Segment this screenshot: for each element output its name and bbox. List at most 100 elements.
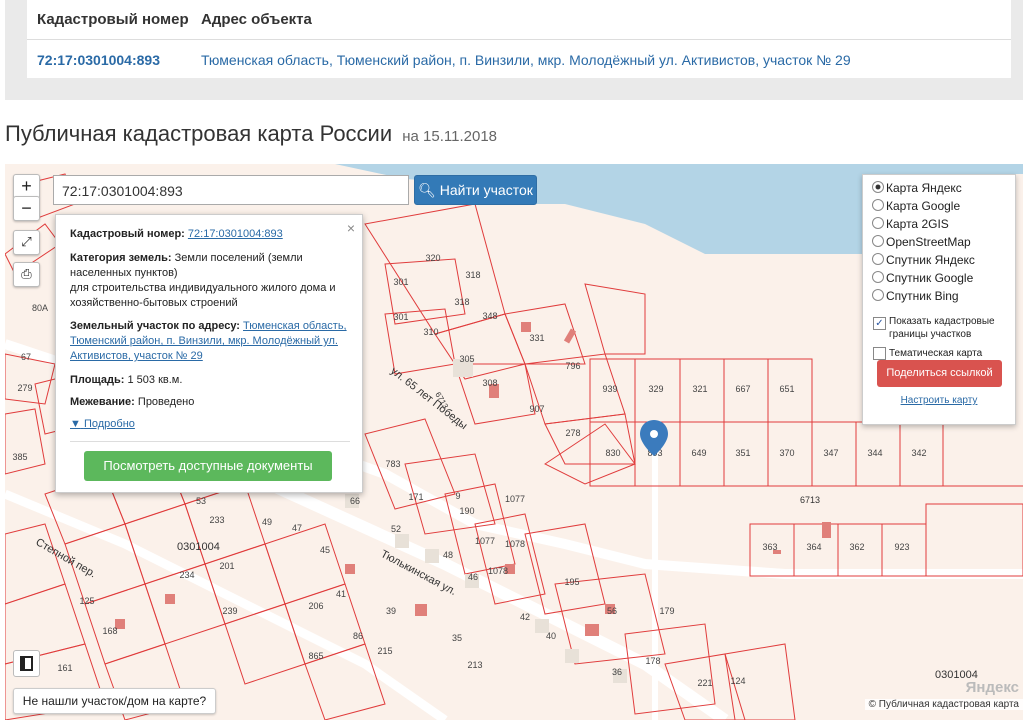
radio-icon[interactable]	[872, 199, 884, 211]
parcel-number: 125	[79, 596, 94, 606]
page-date: на 15.11.2018	[402, 128, 498, 145]
radio-icon[interactable]	[872, 271, 884, 283]
find-parcel-label: Найти участок	[439, 182, 533, 198]
parcel-number: 865	[308, 651, 323, 661]
radio-icon[interactable]	[872, 289, 884, 301]
popup-area-value: 1 503 кв.м.	[127, 374, 183, 386]
page-title-text: Публичная кадастровая карта России	[5, 121, 393, 146]
popup-survey-row: Межевание: Проведено	[70, 395, 350, 410]
parcel-number: 318	[454, 297, 469, 307]
popup-category-row: Категория земель: Земли поселений (земли…	[70, 251, 350, 311]
show-borders-label: Показать кадастровые границы участков	[889, 316, 995, 340]
layer-option[interactable]: Карта 2GIS	[872, 215, 949, 233]
find-parcel-button[interactable]: 🔍︎ Найти участок	[414, 175, 537, 205]
popup-cad-link[interactable]: 72:17:0301004:893	[188, 228, 283, 240]
cadastral-search-input[interactable]: 72:17:0301004:893	[53, 175, 409, 205]
result-address-link[interactable]: Тюменская область, Тюменский район, п. В…	[201, 52, 851, 68]
parcel-number: 310	[423, 327, 438, 337]
share-link-button[interactable]: Поделиться ссылкой	[877, 360, 1002, 387]
radio-icon[interactable]	[872, 235, 884, 247]
table-divider	[27, 39, 1011, 40]
layer-option[interactable]: Карта Google	[872, 197, 960, 215]
column-header-address: Адрес объекта	[201, 11, 312, 28]
radio-icon[interactable]	[872, 217, 884, 229]
parcel-number: 45	[320, 545, 330, 555]
parcel-number: 362	[849, 542, 864, 552]
layer-option[interactable]: Карта Яндекс	[872, 179, 962, 197]
parcel-number: 195	[564, 577, 579, 587]
parcel-number: 370	[779, 448, 794, 458]
parcel-number: 329	[648, 384, 663, 394]
parcel-number: 178	[645, 656, 660, 666]
thematic-label: Тематическая карта	[889, 348, 983, 359]
yandex-logo: Яндекс	[965, 679, 1019, 696]
print-button[interactable]: ⎙	[13, 262, 40, 287]
selected-parcel-marker[interactable]	[640, 420, 668, 456]
parcel-number: 67	[21, 352, 31, 362]
layer-option-label: Карта 2GIS	[886, 217, 949, 231]
fullscreen-button[interactable]: ⤢	[13, 230, 40, 255]
layer-option[interactable]: Спутник Bing	[872, 287, 959, 305]
parcel-number: 86	[353, 631, 363, 641]
parcel-number: 66	[350, 496, 360, 506]
parcel-number: 221	[697, 678, 712, 688]
parcel-number: 36	[612, 667, 622, 677]
search-icon: 🔍︎	[418, 182, 436, 198]
view-documents-button[interactable]: Посмотреть доступные документы	[84, 451, 332, 481]
parcel-number: 923	[894, 542, 909, 552]
parcel-number: 907	[529, 404, 544, 414]
radio-icon[interactable]	[872, 181, 884, 193]
layer-option[interactable]: OpenStreetMap	[872, 233, 971, 251]
result-cadastral-link[interactable]: 72:17:0301004:893	[37, 52, 160, 68]
legend-button[interactable]	[13, 650, 40, 677]
parcel-number: 213	[467, 660, 482, 670]
layer-option-label: Спутник Google	[886, 271, 974, 285]
parcel-number: 80А	[32, 303, 48, 313]
parcel-number: 363	[762, 542, 777, 552]
cadastral-map[interactable]: 320 318 301 318 301 310 348 331 305 308 796 939 329 3…	[5, 164, 1023, 720]
popup-survey-value: Проведено	[137, 396, 195, 408]
parcel-number: 667	[735, 384, 750, 394]
parcel-number: 168	[102, 626, 117, 636]
street-name: Степной пер.	[34, 536, 99, 580]
parcel-number: 201	[219, 561, 234, 571]
parcel-number: 320	[425, 253, 440, 263]
configure-map-link[interactable]: Настроить карту	[863, 395, 1015, 406]
parcel-number: 651	[779, 384, 794, 394]
radio-icon[interactable]	[872, 253, 884, 265]
parcel-number: 783	[385, 459, 400, 469]
show-borders-checkbox[interactable]: ✓	[873, 317, 886, 330]
popup-area-row: Площадь: 1 503 кв.м.	[70, 373, 350, 388]
parcel-number: 278	[565, 428, 580, 438]
parcel-number: 308	[482, 378, 497, 388]
layer-option[interactable]: Спутник Яндекс	[872, 251, 975, 269]
legend-icon	[20, 656, 33, 671]
parcel-number: 318	[465, 270, 480, 280]
page-title: Публичная кадастровая карта России на 15…	[5, 121, 497, 147]
parcel-number: 301	[393, 277, 408, 287]
parcel-number: 47	[292, 523, 302, 533]
results-panel: Кадастровый номер Адрес объекта 72:17:03…	[5, 0, 1023, 100]
not-found-button[interactable]: Не нашли участок/дом на карте?	[13, 688, 216, 714]
thematic-checkbox[interactable]	[873, 347, 886, 360]
parcel-number: 331	[529, 333, 544, 343]
popup-cad-label: Кадастровый номер:	[70, 228, 185, 240]
parcel-number: 179	[659, 606, 674, 616]
popup-use-value: для строительства индивидуального жилого…	[70, 282, 336, 309]
zoom-out-button[interactable]: −	[13, 196, 40, 221]
parcel-number: 830	[605, 448, 620, 458]
parcel-number: 39	[386, 606, 396, 616]
results-table: Кадастровый номер Адрес объекта 72:17:03…	[27, 0, 1011, 78]
parcel-number: 301	[393, 312, 408, 322]
parcel-number: 305	[459, 354, 474, 364]
parcel-number: 35	[452, 633, 462, 643]
details-toggle[interactable]: ▼ Подробно	[70, 418, 135, 430]
parcel-number: 351	[735, 448, 750, 458]
parcel-number: 49	[262, 517, 272, 527]
block-number: 0301004	[177, 541, 220, 553]
parcel-info-popup: × Кадастровый номер: 72:17:0301004:893 К…	[55, 214, 363, 493]
layer-option[interactable]: Спутник Google	[872, 269, 973, 287]
parcel-number: 9	[455, 491, 460, 501]
parcel-number: 347	[823, 448, 838, 458]
parcel-number: 1077	[505, 494, 525, 504]
